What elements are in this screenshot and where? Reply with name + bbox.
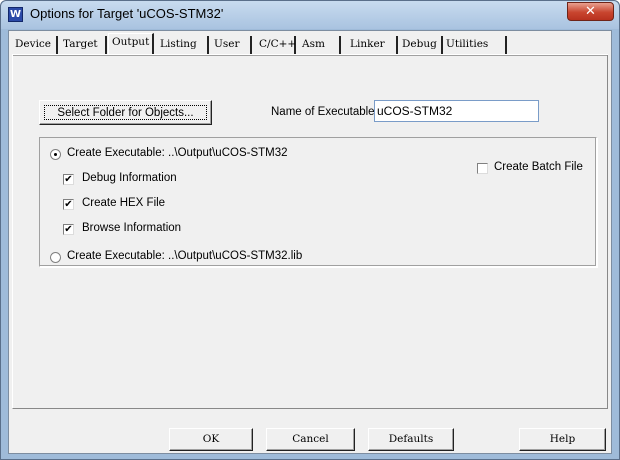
name-of-executable-input[interactable] — [374, 100, 539, 122]
debug-information-checkbox[interactable]: ✔ — [63, 174, 74, 185]
tab-asm[interactable]: Asm — [299, 36, 341, 55]
tab-linker[interactable]: Linker — [347, 36, 398, 55]
defaults-button[interactable]: Defaults — [368, 428, 454, 451]
tab-device[interactable]: Device — [12, 36, 58, 55]
dialog-client-area: Device Target Output Listing User C/C++ … — [8, 30, 612, 454]
create-hex-file-label[interactable]: Create HEX File — [82, 197, 165, 209]
create-batch-file-checkbox[interactable] — [477, 163, 488, 174]
select-folder-button[interactable]: Select Folder for Objects... — [39, 100, 212, 125]
browse-information-checkbox[interactable]: ✔ — [63, 224, 74, 235]
cancel-button[interactable]: Cancel — [266, 428, 355, 451]
ok-button[interactable]: OK — [169, 428, 253, 451]
debug-information-label[interactable]: Debug Information — [82, 172, 177, 184]
tab-output[interactable]: Output — [108, 33, 154, 54]
output-tab-page: Select Folder for Objects... Name of Exe… — [12, 55, 608, 409]
executable-options-group: Create Executable: ..\Output\uCOS-STM32 … — [39, 137, 597, 267]
options-dialog: W Options for Target 'uCOS-STM32' ✕ Devi… — [0, 0, 620, 460]
create-library-label[interactable]: Create Executable: ..\Output\uCOS-STM32.… — [67, 250, 302, 262]
help-button[interactable]: Help — [519, 428, 606, 451]
tab-debug[interactable]: Debug — [399, 36, 443, 55]
title-bar[interactable]: W Options for Target 'uCOS-STM32' ✕ — [1, 1, 619, 29]
tab-listing[interactable]: Listing — [157, 36, 209, 55]
create-hex-file-checkbox[interactable]: ✔ — [63, 199, 74, 210]
create-executable-radio[interactable] — [50, 149, 61, 160]
close-icon: ✕ — [585, 4, 596, 19]
create-batch-file-label[interactable]: Create Batch File — [494, 161, 583, 173]
tab-user[interactable]: User — [211, 36, 252, 55]
window-title: Options for Target 'uCOS-STM32' — [30, 6, 224, 21]
tab-utilities[interactable]: Utilities — [443, 36, 507, 55]
select-folder-label: Select Folder for Objects... — [57, 107, 194, 119]
create-library-radio[interactable] — [50, 252, 61, 263]
browse-information-label[interactable]: Browse Information — [82, 222, 181, 234]
close-button[interactable]: ✕ — [567, 2, 614, 21]
create-executable-label[interactable]: Create Executable: ..\Output\uCOS-STM32 — [67, 147, 288, 159]
tab-target[interactable]: Target — [60, 36, 107, 55]
app-icon: W — [8, 7, 23, 22]
name-of-executable-label: Name of Executable: — [271, 106, 378, 118]
tab-cpp[interactable]: C/C++ — [256, 36, 296, 55]
